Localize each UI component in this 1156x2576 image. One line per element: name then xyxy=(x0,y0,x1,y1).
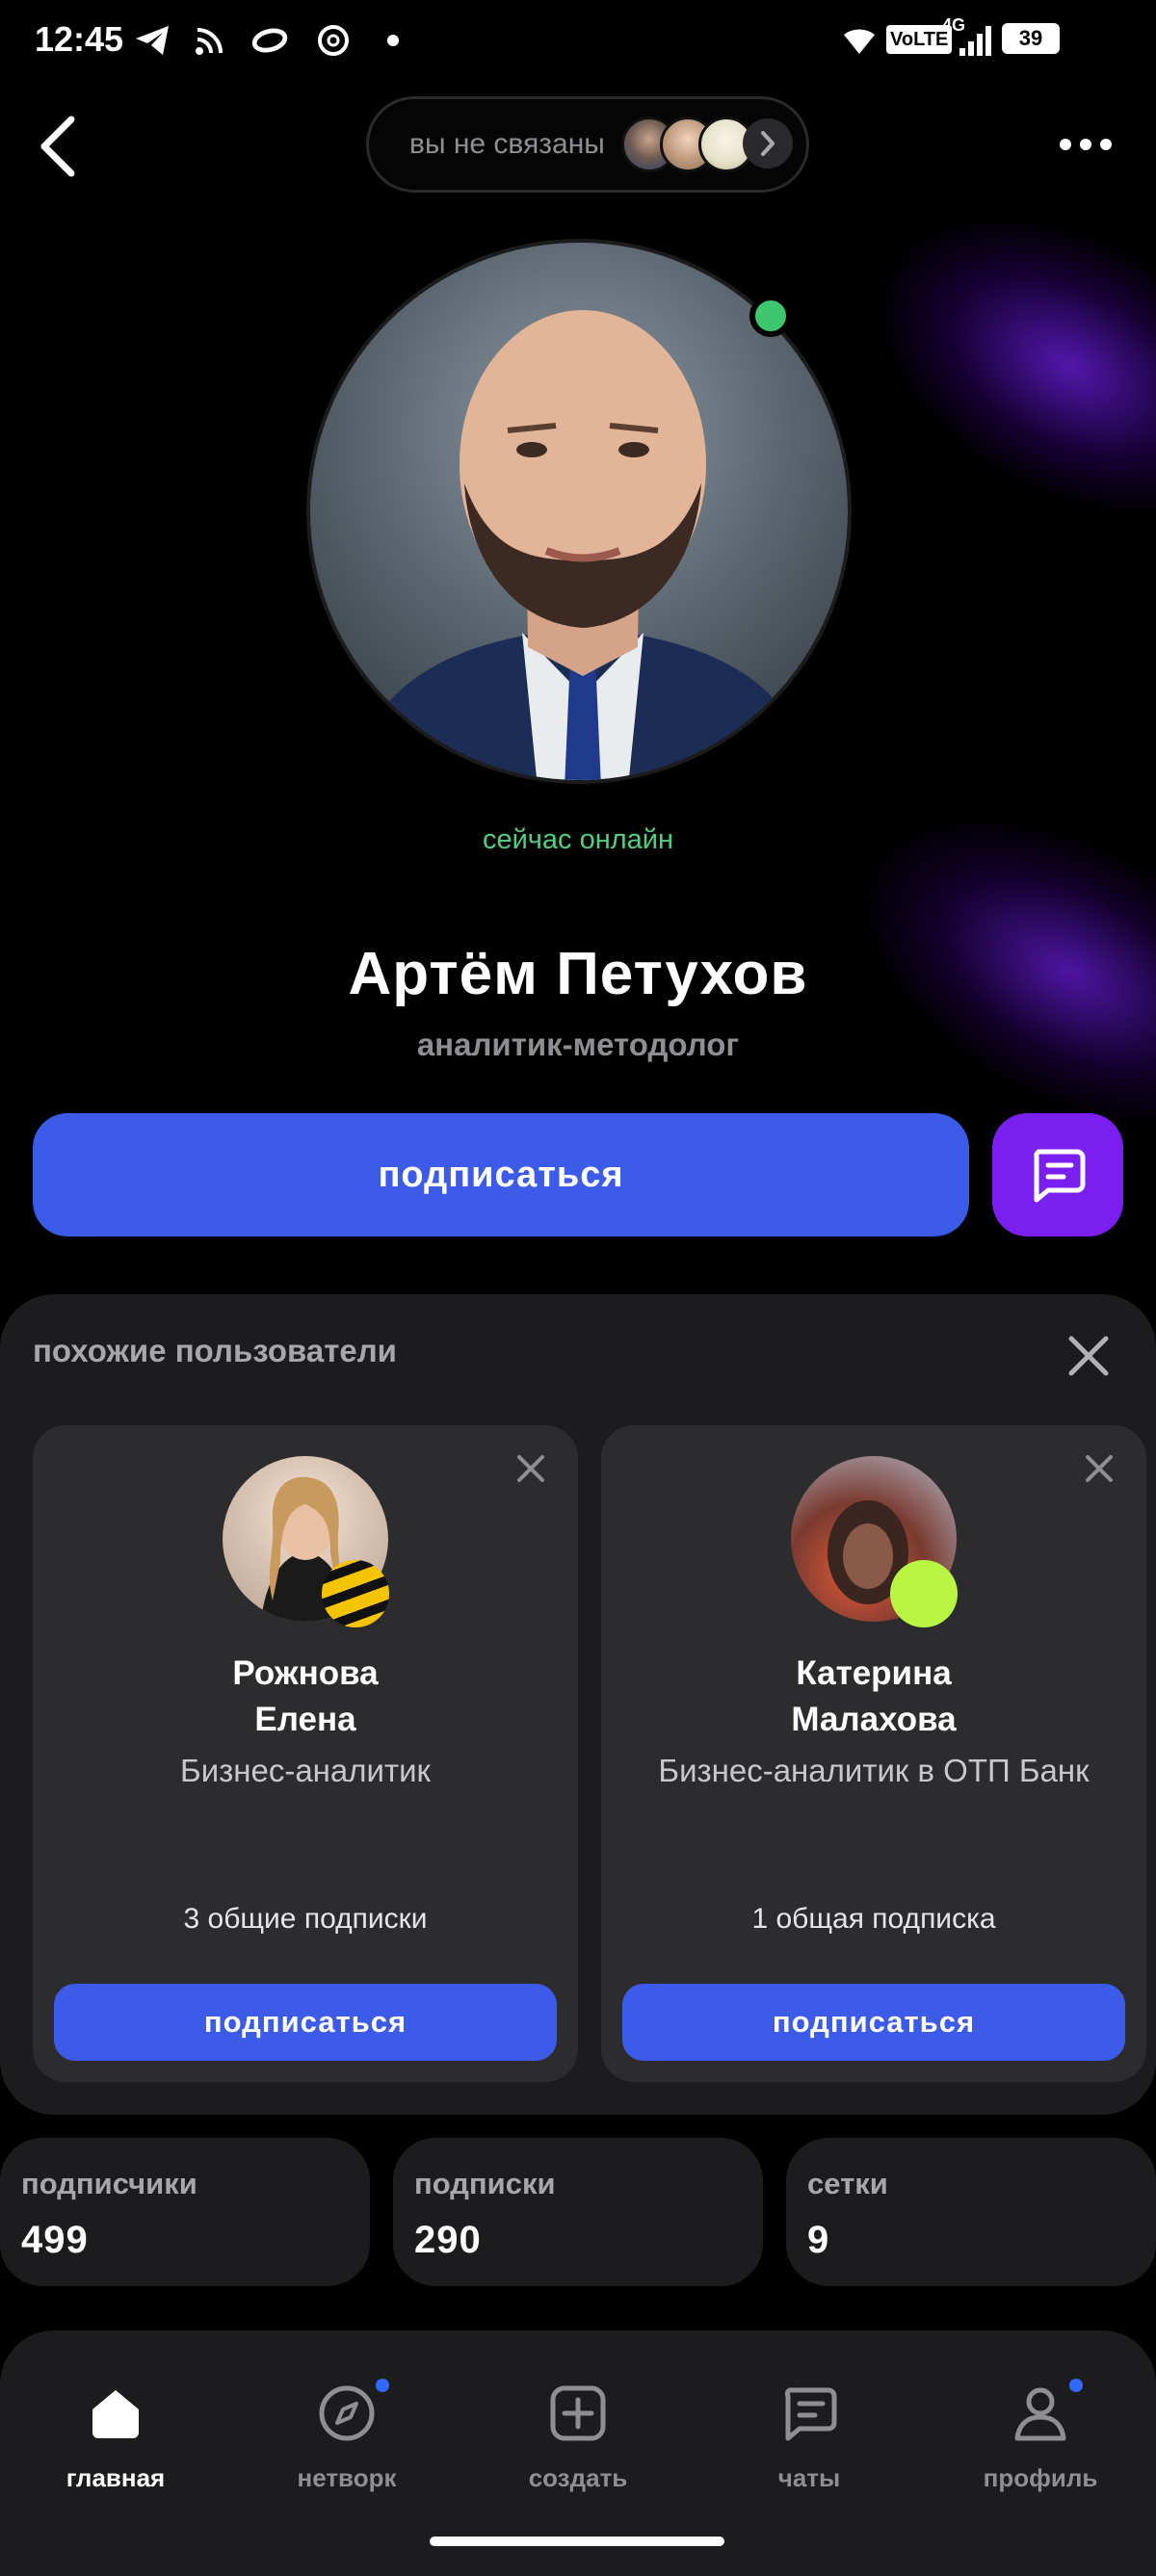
connection-chevron xyxy=(743,118,793,169)
user-name: Рожнова Елена xyxy=(232,1654,379,1738)
message-button[interactable] xyxy=(992,1113,1123,1236)
nav-label: нетворк xyxy=(297,2463,397,2492)
home-indicator[interactable] xyxy=(430,2537,724,2546)
plus-square-icon xyxy=(549,2384,607,2442)
similar-user-card[interactable]: Рожнова Елена Бизнес-аналитик 3 общие по… xyxy=(33,1425,578,2082)
stat-followers[interactable]: подписчики 499 xyxy=(0,2138,370,2286)
profile-role: аналитик-методолог xyxy=(416,1027,740,1062)
threads-icon xyxy=(314,21,353,60)
stat-value: 290 xyxy=(414,2219,482,2261)
close-icon xyxy=(1086,1455,1113,1482)
chat-icon xyxy=(780,2384,838,2442)
nav-label: чаты xyxy=(777,2463,841,2492)
user-name: Катерина Малахова xyxy=(791,1654,957,1738)
compass-icon xyxy=(318,2384,376,2442)
company-badge xyxy=(890,1560,958,1627)
purple-glow-top xyxy=(831,160,1156,572)
nav-create[interactable]: создать xyxy=(482,2384,674,2510)
similar-users-title: похожие пользователи xyxy=(33,1333,397,1368)
mutual-subscriptions: 3 общие подписки xyxy=(183,1903,428,1935)
stat-label: подписчики xyxy=(21,2167,197,2200)
mutual-subscriptions: 1 общая подписка xyxy=(751,1903,996,1935)
nav-profile[interactable]: профиль xyxy=(944,2379,1137,2510)
subscribe-button[interactable]: подписаться xyxy=(54,1984,557,2061)
stat-following[interactable]: подписки 290 xyxy=(393,2138,763,2286)
nav-label: создать xyxy=(528,2463,628,2492)
nav-chats[interactable]: чаты xyxy=(713,2384,906,2510)
wifi-icon xyxy=(840,21,879,60)
nav-network[interactable]: нетворк xyxy=(250,2379,443,2510)
close-icon xyxy=(1068,1336,1109,1376)
stat-label: сетки xyxy=(807,2167,888,2200)
stat-grids[interactable]: сетки 9 xyxy=(786,2138,1156,2286)
company-badge xyxy=(322,1560,389,1627)
ring-app-icon xyxy=(250,21,289,60)
online-status-text: сейчас онлайн xyxy=(482,824,674,855)
battery-indicator: 39 xyxy=(1002,23,1060,54)
subscribe-button[interactable]: подписаться xyxy=(33,1113,969,1236)
notification-badge xyxy=(376,2379,389,2392)
notification-dot-icon xyxy=(374,21,412,60)
status-bar: 12:45 VoLTE 4G 39 xyxy=(0,0,1156,81)
close-similar-button[interactable] xyxy=(1064,1331,1114,1381)
signal-icon xyxy=(956,21,994,60)
notification-badge xyxy=(1069,2379,1083,2392)
chat-icon xyxy=(1034,1149,1086,1203)
online-indicator xyxy=(749,295,792,337)
close-icon xyxy=(517,1455,544,1482)
back-button[interactable] xyxy=(33,114,87,181)
stat-value: 499 xyxy=(21,2219,89,2261)
stat-label: подписки xyxy=(414,2167,556,2200)
similar-users-panel: похожие пользователи Рожнова Елена Бизне… xyxy=(0,1294,1156,2115)
user-icon xyxy=(1012,2384,1069,2442)
nav-label: главная xyxy=(66,2463,166,2492)
dismiss-card-button[interactable] xyxy=(514,1452,547,1485)
connection-text: вы не связаны xyxy=(409,128,605,160)
nav-home[interactable]: главная xyxy=(19,2384,212,2510)
connection-pill[interactable]: вы не связаны xyxy=(366,96,809,193)
more-dots-icon xyxy=(1060,139,1071,150)
nav-label: профиль xyxy=(983,2463,1098,2492)
rss-icon xyxy=(191,21,229,60)
dismiss-card-button[interactable] xyxy=(1083,1452,1116,1485)
telegram-icon xyxy=(133,21,171,60)
subscribe-button[interactable]: подписаться xyxy=(622,1984,1125,2061)
user-role: Бизнес-аналитик xyxy=(180,1753,431,1788)
user-role: Бизнес-аналитик в ОТП Банк xyxy=(658,1753,1090,1788)
stat-value: 9 xyxy=(807,2219,830,2261)
chevron-right-icon xyxy=(761,131,775,156)
more-options-button[interactable] xyxy=(1060,135,1117,154)
back-arrow-icon xyxy=(40,116,75,177)
home-icon xyxy=(87,2384,144,2442)
profile-name: Артём Петухов xyxy=(348,941,808,1007)
status-time: 12:45 xyxy=(35,19,124,59)
similar-user-card[interactable]: Катерина Малахова Бизнес-аналитик в ОТП … xyxy=(601,1425,1146,2082)
